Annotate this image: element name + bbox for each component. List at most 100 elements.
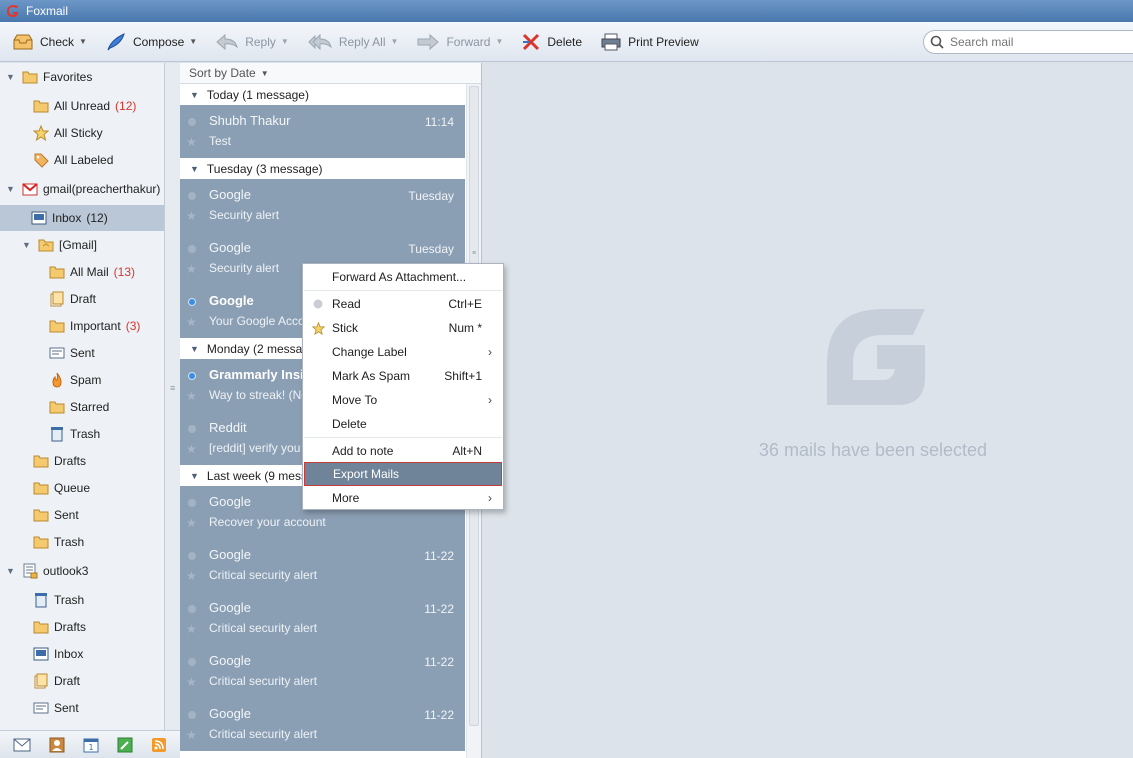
read-status-dot[interactable] [188,425,196,433]
menu-item-stick[interactable]: Stick Num * [304,316,502,340]
menu-item-forward-as-attachment[interactable]: Forward As Attachment... [304,265,502,289]
reply-all-button[interactable]: Reply All ▼ [301,28,405,56]
chevron-down-icon[interactable]: ▼ [495,37,503,46]
group-header[interactable]: ▼ Today (1 message) [180,85,465,105]
collapse-triangle-icon[interactable]: ▼ [22,240,32,250]
menu-divider [304,290,502,291]
forward-button[interactable]: Forward ▼ [410,28,509,56]
notes-module-icon[interactable] [117,737,133,753]
star-icon[interactable]: ★ [186,675,197,689]
sidebar-item-outlook-inbox[interactable]: Inbox [33,641,83,667]
sidebar-item-all-unread[interactable]: All Unread (12) [33,93,136,119]
read-status-dot[interactable] [188,245,196,253]
collapse-triangle-icon[interactable]: ▼ [190,164,199,174]
sidebar-item-draft[interactable]: Draft [49,286,96,312]
star-icon[interactable]: ★ [186,728,197,742]
collapse-triangle-icon[interactable]: ▼ [190,471,199,481]
group-header[interactable]: ▼ Tuesday (3 message) [180,159,465,179]
menu-item-change-label[interactable]: Change Label › [304,340,502,364]
star-icon[interactable]: ★ [186,262,197,276]
star-icon[interactable]: ★ [186,389,197,403]
menu-item-move-to[interactable]: Move To › [304,388,502,412]
collapse-triangle-icon[interactable]: ▼ [190,90,199,100]
star-icon[interactable]: ★ [186,622,197,636]
mail-subject: Recover your account [209,515,326,529]
sidebar-item-important[interactable]: Important (3) [49,313,140,339]
search-input[interactable] [950,35,1120,49]
rss-module-icon[interactable] [151,737,167,753]
sidebar-item-trash-folder[interactable]: Trash [33,529,84,555]
chevron-down-icon[interactable]: ▼ [281,37,289,46]
star-icon[interactable]: ★ [186,516,197,530]
read-status-dot[interactable] [188,552,196,560]
sidebar-item-all-labeled[interactable]: All Labeled [33,147,113,173]
unread-dot[interactable] [188,372,196,380]
sidebar-item-spam[interactable]: Spam [49,367,101,393]
menu-item-delete[interactable]: Delete [304,412,502,436]
read-status-dot[interactable] [188,711,196,719]
compose-button[interactable]: Compose ▼ [99,28,203,56]
print-preview-button[interactable]: Print Preview [594,28,705,56]
star-icon[interactable]: ★ [186,315,197,329]
sidebar-item-queue[interactable]: Queue [33,475,90,501]
collapse-triangle-icon[interactable]: ▼ [6,566,16,576]
sort-dropdown[interactable]: Sort by Date ▼ [180,63,481,84]
sidebar-item-outlook-drafts[interactable]: Drafts [33,614,86,640]
sidebar-item-outlook-sent[interactable]: Sent [33,695,79,721]
sidebar-splitter[interactable]: ≡ [165,63,180,758]
chevron-down-icon[interactable]: ▼ [261,69,269,78]
sidebar-item-outlook-draft[interactable]: Draft [33,668,80,694]
menu-divider [304,437,502,438]
chevron-down-icon[interactable]: ▼ [79,37,87,46]
menu-item-export-mails[interactable]: Export Mails [304,462,502,486]
read-status-dot[interactable] [188,192,196,200]
mail-row[interactable]: ★ Shubh Thakur 11:14 Test [180,105,465,158]
splitter-grip-icon[interactable]: ≡ [170,383,175,393]
menu-item-more[interactable]: More › [304,486,502,510]
chevron-down-icon[interactable]: ▼ [391,37,399,46]
menu-item-add-to-note[interactable]: Add to note Alt+N [304,439,502,463]
mail-row[interactable]: ★ Google 11-22 Critical security alert [180,645,465,698]
mail-row[interactable]: ★ Google Tuesday Security alert [180,179,465,232]
sidebar-item-outlook-trash[interactable]: Trash [33,587,84,613]
search-box[interactable] [923,30,1133,54]
star-icon[interactable]: ★ [186,209,197,223]
collapse-triangle-icon[interactable]: ▼ [190,344,199,354]
chevron-down-icon[interactable]: ▼ [189,37,197,46]
delete-button[interactable]: Delete [515,28,588,56]
star-icon[interactable]: ★ [186,442,197,456]
sidebar-item-all-mail[interactable]: All Mail (13) [49,259,135,285]
toolbar: Check ▼ Compose ▼ Reply ▼ Reply All ▼ Forwar… [0,22,1133,62]
contacts-module-icon[interactable] [49,737,65,753]
sidebar-item-label: All Sticky [54,126,103,140]
collapse-triangle-icon[interactable]: ▼ [6,72,16,82]
sidebar-item-inbox[interactable]: Inbox (12) [0,205,164,231]
favorites-group[interactable]: ▼ Favorites [6,64,92,90]
collapse-triangle-icon[interactable]: ▼ [6,184,16,194]
sidebar-item-all-sticky[interactable]: All Sticky [33,120,103,146]
read-status-dot[interactable] [188,605,196,613]
mail-row[interactable]: ★ Google 11-22 Critical security alert [180,698,465,751]
mail-row[interactable]: ★ Google 11-22 Critical security alert [180,539,465,592]
read-status-dot[interactable] [188,118,196,126]
sidebar-item-drafts[interactable]: Drafts [33,448,86,474]
star-icon[interactable]: ★ [186,135,197,149]
reply-button[interactable]: Reply ▼ [209,28,295,56]
menu-item-read[interactable]: Read Ctrl+E [304,292,502,316]
unread-dot[interactable] [188,298,196,306]
account-gmail[interactable]: ▼ gmail(preacherthakur) [6,176,160,202]
calendar-module-icon[interactable]: 1 [83,737,99,753]
read-status-dot[interactable] [188,658,196,666]
sidebar-item-sent-folder[interactable]: Sent [33,502,79,528]
account-outlook[interactable]: ▼ outlook3 [6,558,88,584]
read-status-dot[interactable] [188,499,196,507]
menu-item-mark-as-spam[interactable]: Mark As Spam Shift+1 [304,364,502,388]
star-icon[interactable]: ★ [186,569,197,583]
sidebar-item-starred[interactable]: Starred [49,394,109,420]
sidebar-item-sent[interactable]: Sent [49,340,95,366]
check-button[interactable]: Check ▼ [6,28,93,56]
mail-module-icon[interactable] [13,738,31,752]
sidebar-item-trash[interactable]: Trash [49,421,100,447]
sidebar-item-gmail-folder[interactable]: ▼ [Gmail] [22,232,97,258]
mail-row[interactable]: ★ Google 11-22 Critical security alert [180,592,465,645]
